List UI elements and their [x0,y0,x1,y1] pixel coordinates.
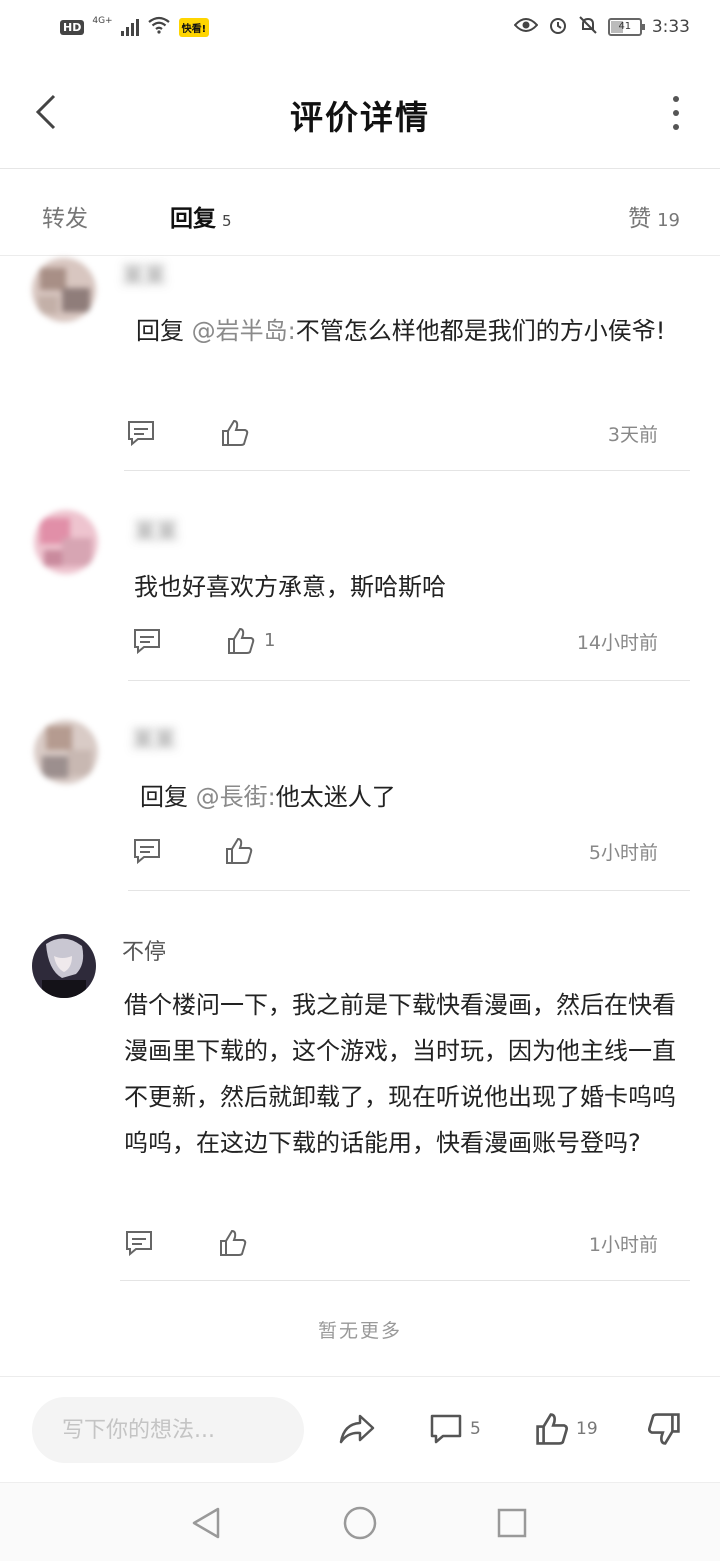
like-button[interactable] [218,416,252,450]
nav-recents-button[interactable] [492,1503,532,1543]
like-count-button[interactable]: 19 [534,1409,598,1449]
comment-time: 14小时前 [576,632,658,654]
comment-count-button[interactable]: 5 [428,1409,481,1449]
username[interactable]: 某某 [122,258,166,290]
comment-icon [134,839,160,865]
thumbs-up-icon [536,1413,569,1445]
thumbs-up-icon [222,419,249,446]
divider [120,1280,690,1281]
comment-time: 5小时前 [588,842,658,864]
battery-icon: 41 [607,18,645,36]
thumbs-up-icon [226,837,253,864]
avatar[interactable] [34,720,98,784]
alarm-icon [548,15,568,39]
bottom-action-bar: 5 19 [0,1376,720,1483]
like-button[interactable] [224,624,258,658]
like-count: 19 [576,1419,598,1439]
reply-button[interactable] [130,624,164,658]
app-notification-badge: 快看! [178,17,210,37]
tab-like[interactable]: 赞 19 [628,199,680,233]
username[interactable]: 某某 [132,722,176,754]
system-nav-bar [0,1482,720,1561]
clock-time: 3:33 [651,17,690,37]
reply-button[interactable] [130,834,164,868]
more-options-button[interactable] [668,96,684,130]
reply-button[interactable] [124,416,158,450]
comment-icon [134,629,160,655]
network-type: 4G+ [92,16,113,26]
page-title: 评价详情 [290,98,430,137]
status-bar: HD 4G+ 快看! 41 3:33 [0,0,720,58]
no-more-label: 暂无更多 [317,1320,402,1342]
hd-voice-indicator: HD [60,19,85,35]
reply-button[interactable] [122,1226,156,1260]
circle-home-icon [343,1506,377,1540]
more-dot-icon [673,96,679,102]
triangle-back-icon [192,1507,220,1539]
like-count: 19 [657,210,680,231]
nav-back-button[interactable] [186,1503,226,1543]
mute-bell-icon [578,15,598,39]
tab-forward[interactable]: 转发 [42,199,88,233]
avatar[interactable] [32,934,96,998]
like-button[interactable] [216,1226,250,1260]
reply-count: 5 [222,212,232,230]
username[interactable]: 不停 [122,934,166,966]
comment-text: 借个楼问一下，我之前是下载快看漫画，然后在快看漫画里下载的，这个游戏，当时玩，因… [124,991,676,1157]
divider [128,890,690,891]
tab-reply[interactable]: 回复 5 [170,199,232,233]
thumbs-down-icon [647,1413,680,1445]
avatar[interactable] [34,510,98,574]
comment-text: 回复 @岩半岛:不管怎么样他都是我们的方小侯爷! [136,317,666,345]
mention-link[interactable]: @岩半岛: [192,317,296,345]
comment-text: 回复 @長街:他太迷人了 [140,783,396,811]
comment-text: 我也好喜欢方承意，斯哈斯哈 [134,573,446,601]
square-recents-icon [497,1508,527,1538]
eye-icon [513,17,539,37]
like-button[interactable] [222,834,256,868]
comment-like-count: 1 [264,630,276,651]
share-button[interactable] [338,1409,376,1449]
username[interactable]: 某某 [134,514,178,546]
comment-icon [126,1231,152,1257]
signal-icon [120,18,139,36]
dislike-button[interactable] [646,1409,682,1449]
comment-count: 5 [470,1419,481,1439]
tab-bar: 转发 回复 5 赞 19 [0,169,720,256]
wifi-icon [147,16,171,38]
mention-link[interactable]: @長街: [196,783,276,811]
thumbs-up-icon [220,1229,247,1256]
comment-icon [430,1414,462,1444]
app-header: 评价详情 [0,58,720,169]
nav-home-button[interactable] [340,1503,380,1543]
divider [128,680,690,681]
comment-time: 3天前 [607,424,658,446]
comment-icon [128,421,154,447]
thumbs-up-icon [228,627,255,654]
comment-time: 1小时前 [588,1234,658,1256]
divider [124,470,690,471]
avatar[interactable] [32,258,96,322]
share-icon [339,1414,375,1444]
comment-input[interactable] [32,1397,304,1463]
